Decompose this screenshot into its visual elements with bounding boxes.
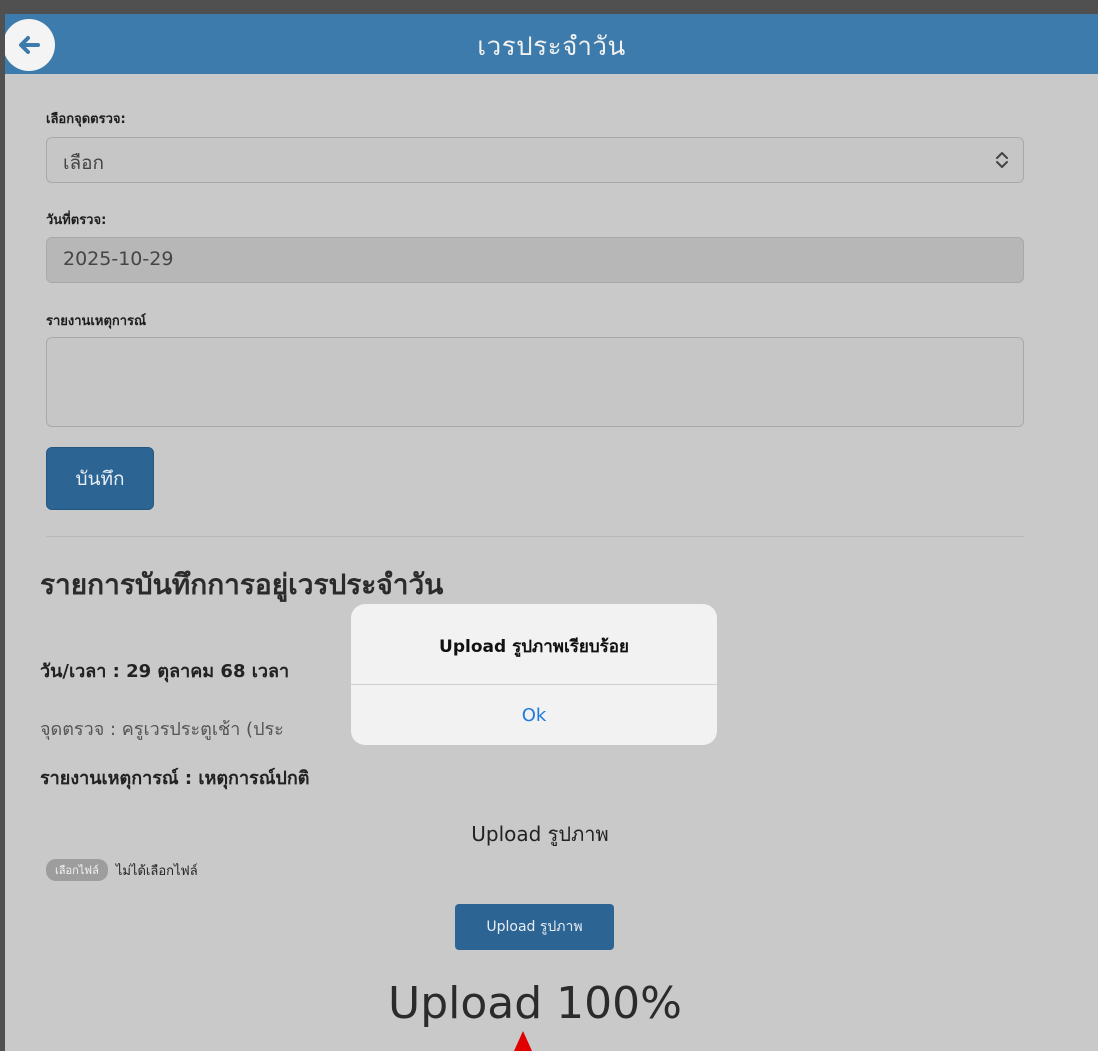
file-input: เลือกไฟล์ ไม่ได้เลือกไฟล์ <box>46 859 198 881</box>
top-bar: เวรประจำวัน <box>5 14 1098 74</box>
record-report: รายงานเหตุการณ์ : เหตุการณ์ปกติ <box>40 768 310 789</box>
report-textarea[interactable] <box>46 337 1024 427</box>
record-datetime: วัน/เวลา : 29 ตุลาคม 68 เวลา <box>40 661 290 682</box>
checkpoint-select-value: เลือก <box>63 152 105 174</box>
dialog-ok-button[interactable]: Ok <box>351 685 717 745</box>
page-title: เวรประจำวัน <box>477 32 626 62</box>
section-divider <box>46 536 1024 537</box>
checkpoint-select[interactable]: เลือก <box>46 137 1024 183</box>
checkpoint-label: เลือกจุดตรวจ: <box>46 112 126 127</box>
app-frame: เวรประจำวัน เลือกจุดตรวจ: เลือก วันที่ตร… <box>5 14 1098 1051</box>
records-title: รายการบันทึกการอยู่เวรประจำวัน <box>40 568 444 601</box>
report-label: รายงานเหตุการณ์ <box>46 314 147 329</box>
date-field[interactable]: 2025-10-29 <box>46 237 1024 283</box>
dialog-message: Upload รูปภาพเรียบร้อย <box>439 637 629 657</box>
date-field-value: 2025-10-29 <box>63 248 174 270</box>
record-checkpoint: จุดตรวจ : ครูเวรประตูเช้า (ประ <box>40 719 284 740</box>
upload-heading: Upload รูปภาพ <box>471 822 609 846</box>
updown-chevron-icon <box>996 152 1008 168</box>
choose-file-button[interactable]: เลือกไฟล์ <box>46 859 108 881</box>
upload-button[interactable]: Upload รูปภาพ <box>455 904 614 950</box>
date-label: วันที่ตรวจ: <box>46 213 107 228</box>
upload-progress: Upload 100% <box>388 978 682 1029</box>
save-button[interactable]: บันทึก <box>46 447 154 510</box>
file-status: ไม่ได้เลือกไฟล์ <box>115 863 198 879</box>
alert-dialog: Upload รูปภาพเรียบร้อย Ok <box>351 604 717 745</box>
red-triangle-pointer-icon <box>514 1031 532 1051</box>
